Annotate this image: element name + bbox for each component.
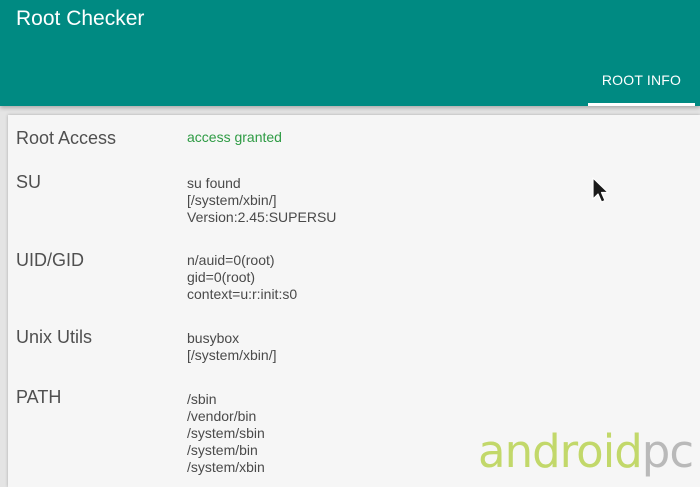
value-line: /system/xbin: [187, 459, 265, 475]
tab-indicator: [588, 103, 695, 106]
value-line: su found: [187, 175, 241, 191]
row-values: su found [/system/xbin/] Version:2.45:SU…: [187, 175, 336, 226]
value-line: n/auid=0(root): [187, 252, 275, 268]
value-line: /system/sbin: [187, 425, 265, 441]
row-values: /sbin /vendor/bin /system/sbin /system/b…: [187, 391, 265, 476]
value-line: /system/bin: [187, 442, 258, 458]
app-bar: Root Checker ROOT INFO: [0, 0, 700, 106]
row-values: access granted: [187, 129, 282, 146]
mouse-pointer-icon: [592, 177, 609, 203]
watermark-logo: androidpc: [478, 425, 694, 478]
value-line: context=u:r:init:s0: [187, 286, 298, 302]
value-line: Version:2.45:SUPERSU: [187, 209, 337, 225]
status-value: access granted: [187, 129, 282, 145]
value-line: /vendor/bin: [187, 408, 257, 424]
row-label: Root Access: [16, 128, 117, 148]
watermark-part1: android: [478, 425, 643, 478]
app-title: Root Checker: [16, 7, 145, 30]
row-label: SU: [16, 172, 42, 192]
row-values: busybox [/system/xbin/]: [187, 330, 276, 364]
watermark-part2: pc: [641, 425, 694, 478]
value-line: [/system/xbin/]: [187, 192, 277, 208]
value-line: /sbin: [187, 391, 217, 407]
tab-label: ROOT INFO: [601, 72, 682, 88]
value-line: gid=0(root): [187, 269, 256, 285]
row-label: UID/GID: [16, 250, 85, 270]
row-values: n/auid=0(root) gid=0(root) context=u:r:i…: [187, 252, 297, 303]
row-label: Unix Utils: [16, 327, 93, 347]
value-line: [/system/xbin/]: [187, 347, 277, 363]
row-label: PATH: [16, 387, 62, 407]
value-line: busybox: [187, 330, 240, 346]
tab-root-info[interactable]: ROOT INFO: [588, 58, 695, 106]
